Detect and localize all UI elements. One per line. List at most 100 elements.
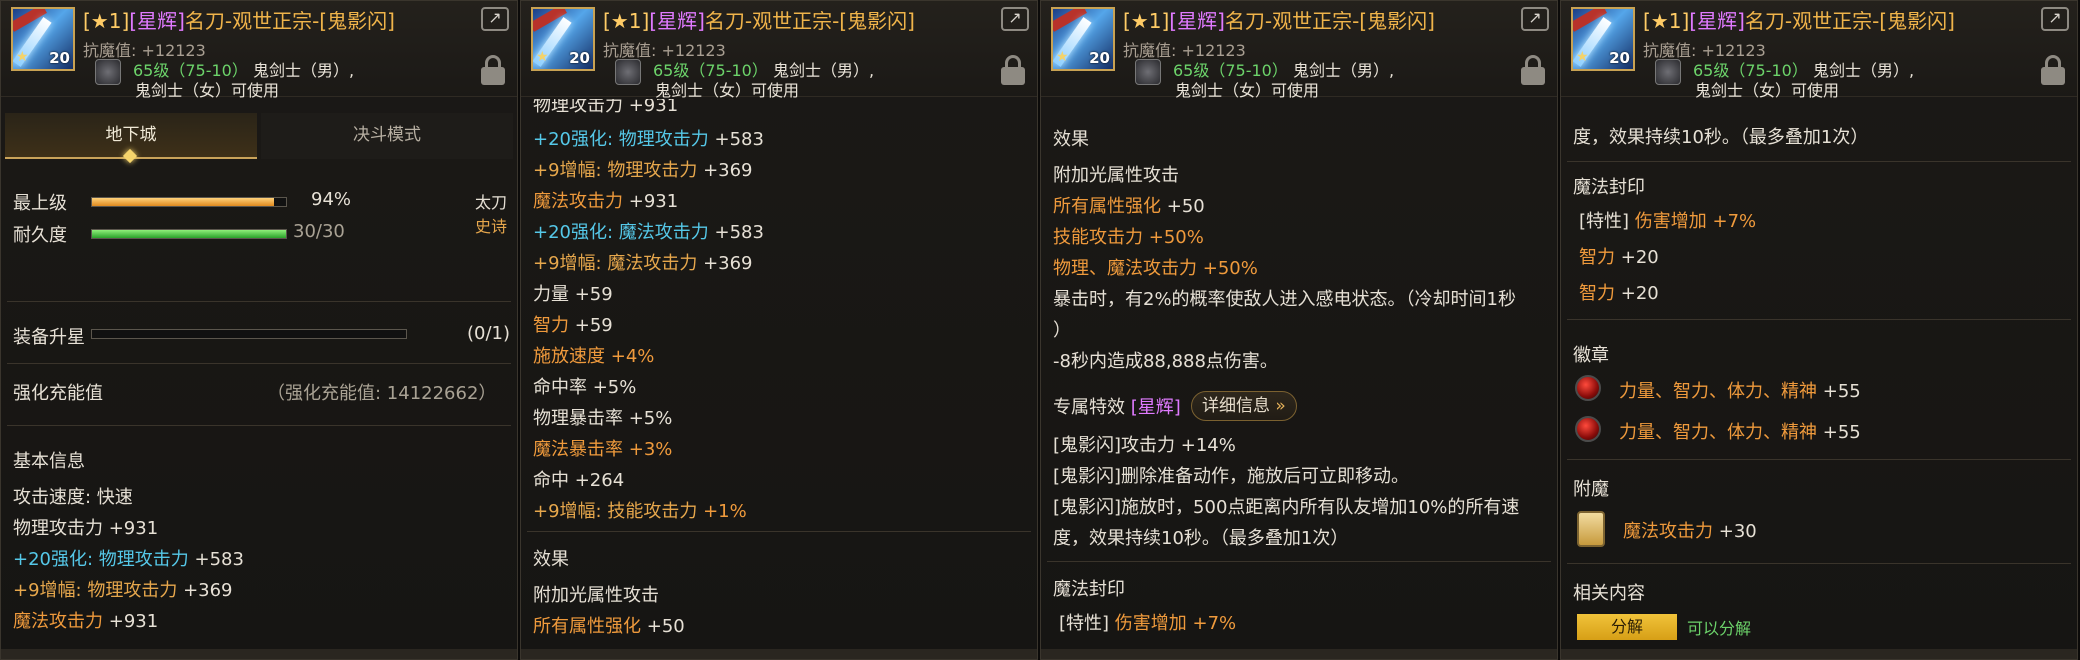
special-effect-3: [鬼影闪]施放时，500点距离内所有队友增加10%的所有速 — [1053, 497, 1520, 518]
seal-int-2: 智力 +20 — [1579, 283, 1659, 304]
enh-mag-atk: +20强化: 魔法攻击力 +583 — [533, 222, 764, 243]
item-icon: ★ 20 — [11, 7, 75, 71]
divider — [527, 531, 1031, 532]
star-icon: ★ — [16, 49, 29, 65]
tooltip-panel-3: ★ 20 [★1][星辉]名刀-观世正宗-[鬼影闪] 抗魔值: +12123 65… — [1040, 0, 1558, 660]
special-effect-4: 度，效果持续10秒。（最多叠加1次） — [1053, 528, 1349, 549]
grade-label: 最上级 — [13, 193, 67, 214]
enchant-card-icon — [1577, 511, 1605, 547]
mag-crit: 魔法暴击率 +3% — [533, 439, 673, 460]
tooltip-panel-4: ★ 20 [★1][星辉]名刀-观世正宗-[鬼影闪] 抗魔值: +12123 65… — [1560, 0, 2078, 660]
upgrade-bar — [91, 329, 407, 339]
enchant-heading: 附魔 — [1573, 479, 1609, 500]
divider — [1047, 561, 1551, 562]
special-heading: 专属特效 [星辉] — [1053, 397, 1181, 418]
item-header: ★ 20 [★1][星辉]名刀-观世正宗-[鬼影闪] 抗魔值: +12123 65… — [1561, 1, 2077, 100]
seal-trait: [特性] 伤害增加 +7% — [1059, 613, 1237, 634]
seal-int-1: 智力 +20 — [1579, 247, 1659, 268]
partial-line: 度，效果持续10秒。（最多叠加1次） — [1573, 127, 1869, 148]
charge-label: 强化充能值 — [13, 383, 103, 404]
durability-value: 30/30 — [293, 221, 345, 242]
all-element: 所有属性强化 +50 — [1053, 196, 1205, 217]
enh-phys-atk: +20强化: 物理攻击力 +583 — [13, 549, 244, 570]
rarity: 史诗 — [475, 217, 508, 236]
special-effect-1: [鬼影闪]攻击力 +14% — [1053, 435, 1236, 456]
weapon-type: 太刀 — [475, 193, 508, 212]
lock-icon[interactable] — [2041, 55, 2065, 85]
class-restriction: 鬼剑士（女）可使用 — [1175, 81, 1320, 100]
special-effect-2: [鬼影闪]删除准备动作，施放后可立即移动。 — [1053, 466, 1410, 487]
divider — [7, 301, 511, 302]
amp-skill-atk: +9增幅: 技能攻击力 +1% — [533, 501, 747, 522]
crit-effect-line1: 暴击时，有2%的概率使敌人进入感电状态。（冷却时间1秒 — [1053, 289, 1517, 310]
class-restriction: 鬼剑士（女）可使用 — [655, 81, 800, 100]
strength: 力量 +59 — [533, 284, 613, 305]
item-title: [★1][星辉]名刀-观世正宗-[鬼影闪] — [83, 9, 395, 33]
red-emblem-icon — [1575, 375, 1601, 401]
damage-line: -8秒内造成88,888点伤害。 — [1053, 351, 1278, 372]
item-header: ★ 20 [★1][星辉]名刀-观世正宗-[鬼影闪] 抗魔值: +12123 65… — [1041, 1, 1557, 100]
related-heading: 相关内容 — [1573, 583, 1645, 604]
item-title: [★1][星辉]名刀-观世正宗-[鬼影闪] — [603, 9, 915, 33]
phys-crit: 物理暴击率 +5% — [533, 408, 673, 429]
mag-atk: 魔法攻击力 +931 — [13, 611, 159, 632]
light-attack: 附加光属性攻击 — [1053, 165, 1179, 186]
detail-info-button[interactable]: 详细信息 » — [1191, 391, 1297, 421]
hit: 命中 +264 — [533, 470, 625, 491]
effect-heading: 效果 — [533, 549, 569, 570]
emblem-2: 力量、智力、体力、精神 +55 — [1619, 422, 1861, 443]
seal-heading: 魔法封印 — [1053, 579, 1125, 600]
emblem-heading: 徽章 — [1573, 345, 1609, 366]
crit-effect-line2: ） — [1053, 320, 1071, 341]
durability-bar — [91, 229, 287, 239]
seal-heading: 魔法封印 — [1573, 177, 1645, 198]
grade-bar — [91, 197, 287, 207]
class-restriction: 鬼剑士（女）可使用 — [135, 81, 280, 100]
intelligence: 智力 +59 — [533, 315, 613, 336]
item-header: ★ 20 [★1][星辉]名刀-观世正宗-[鬼影闪] 抗魔值: +12123 65… — [1, 1, 517, 100]
divider — [7, 425, 511, 426]
decompose-button[interactable]: 分解 — [1577, 614, 1677, 640]
item-icon: ★ 20 — [1571, 7, 1635, 71]
share-icon[interactable]: ↗ — [2041, 7, 2069, 31]
divider — [1567, 319, 2071, 320]
bottom-strip — [1561, 649, 2077, 659]
bottom-strip — [521, 649, 1037, 659]
star-icon: ★ — [1576, 49, 1589, 65]
grade-value: 94% — [311, 189, 352, 210]
bottom-strip — [1041, 649, 1557, 659]
tooltip-panel-2: ★ 20 [★1][星辉]名刀-观世正宗-[鬼影闪] 抗魔值: +12123 65… — [520, 0, 1038, 660]
enchant-value: 魔法攻击力 +30 — [1623, 521, 1757, 542]
star-icon: ★ — [1056, 49, 1069, 65]
basic-info-heading: 基本信息 — [13, 451, 85, 472]
mag-atk: 魔法攻击力 +931 — [533, 191, 679, 212]
emblem-1: 力量、智力、体力、精神 +55 — [1619, 381, 1861, 402]
tab-pvp[interactable]: 决斗模式 — [261, 113, 513, 159]
lock-icon[interactable] — [1521, 55, 1545, 85]
skill-atk: 技能攻击力 +50% — [1053, 227, 1204, 248]
light-attack: 附加光属性攻击 — [533, 585, 659, 606]
share-icon[interactable]: ↗ — [1521, 7, 1549, 31]
phys-mag-atk: 物理、魔法攻击力 +50% — [1053, 258, 1258, 279]
amp-mag-atk: +9增幅: 魔法攻击力 +369 — [533, 253, 753, 274]
bottom-strip — [1, 649, 517, 659]
divider — [1567, 563, 2071, 564]
lock-icon[interactable] — [1001, 55, 1025, 85]
share-icon[interactable]: ↗ — [481, 7, 509, 31]
enh-phys-atk: +20强化: 物理攻击力 +583 — [533, 129, 764, 150]
upgrade-label: 装备升星 — [13, 327, 85, 348]
divider — [7, 363, 511, 364]
cast-speed: 施放速度 +4% — [533, 346, 655, 367]
item-title: [★1][星辉]名刀-观世正宗-[鬼影闪] — [1123, 9, 1435, 33]
phys-atk: 物理攻击力 +931 — [13, 518, 159, 539]
lock-icon[interactable] — [481, 55, 505, 85]
effect-heading: 效果 — [1053, 129, 1089, 150]
red-emblem-icon — [1575, 416, 1601, 442]
upgrade-value: (0/1) — [467, 323, 511, 344]
item-title: [★1][星辉]名刀-观世正宗-[鬼影闪] — [1643, 9, 1955, 33]
durability-label: 耐久度 — [13, 225, 67, 246]
chevron-right-icon: » — [1275, 396, 1286, 416]
can-decompose-text: 可以分解 — [1687, 619, 1752, 638]
share-icon[interactable]: ↗ — [1001, 7, 1029, 31]
tooltip-panel-1: ★ 20 [★1][星辉]名刀-观世正宗-[鬼影闪] 抗魔值: +12123 65… — [0, 0, 518, 660]
